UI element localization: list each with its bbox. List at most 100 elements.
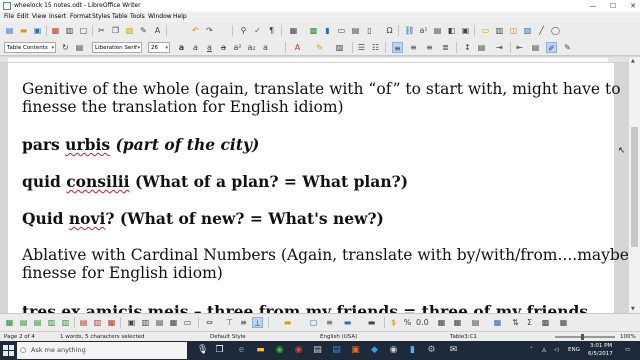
app-lightblue-icon[interactable]: ▮ <box>407 345 418 356</box>
endnote-icon[interactable]: ▤ <box>432 25 443 36</box>
delete-decimal-icon[interactable]: ▦ <box>452 317 463 328</box>
number-format-icon[interactable]: ▬ <box>366 317 377 328</box>
menu-file[interactable]: File <box>4 12 14 22</box>
delete-columns-icon[interactable]: ▥ <box>92 317 103 328</box>
optimize-size-icon[interactable]: ⇔ <box>204 317 215 328</box>
numbering-icon[interactable]: ☷ <box>370 42 381 53</box>
insert-columns-before-icon[interactable]: ▥ <box>46 317 57 328</box>
font-name-select[interactable]: Liberation Serif ▾ <box>92 42 142 53</box>
insert-chart-icon[interactable]: ▮ <box>322 25 333 36</box>
line-spacing-icon[interactable]: ↕ <box>462 42 473 53</box>
protect-cells-icon[interactable]: ▩ <box>540 317 551 328</box>
export-pdf-icon[interactable]: ▦ <box>50 25 61 36</box>
brush-icon[interactable]: ✎ <box>562 42 573 53</box>
delete-table-icon[interactable]: ▦ <box>106 317 117 328</box>
add-decimal-icon[interactable]: ▦ <box>436 317 447 328</box>
clone-formatting-icon[interactable]: ✎ <box>138 25 149 36</box>
increase-indent-icon[interactable]: ⇥ <box>494 42 505 53</box>
app-settings-icon[interactable]: ⚙ <box>426 345 437 356</box>
menu-insert[interactable]: Insert <box>49 12 66 22</box>
increase-spacing-icon[interactable]: ▤ <box>476 42 487 53</box>
table-dialog-icon[interactable]: ▦ <box>558 317 569 328</box>
cut-icon[interactable]: ✂ <box>96 25 107 36</box>
strikethrough-icon[interactable]: a <box>218 42 229 53</box>
writer-taskbar-icon[interactable]: ▤ <box>331 345 342 356</box>
menu-view[interactable]: View <box>32 12 46 22</box>
decrease-indent-icon[interactable]: ⇤ <box>514 42 525 53</box>
windows-start-icon[interactable] <box>3 345 14 356</box>
app-mail-icon[interactable]: ✉ <box>448 345 459 356</box>
table-properties-icon[interactable]: ▤ <box>470 317 481 328</box>
border-style-icon[interactable]: ≡ <box>324 317 335 328</box>
bold-icon[interactable]: a <box>176 42 187 53</box>
select-table-icon[interactable]: ▦ <box>168 317 179 328</box>
app-blue-icon[interactable]: ◆ <box>369 345 380 356</box>
update-style-icon[interactable]: ↻ <box>60 42 71 53</box>
network-icon[interactable]: ◬ <box>542 346 546 355</box>
clear-formatting-icon[interactable]: A <box>152 25 163 36</box>
menu-tools[interactable]: Tools <box>130 12 145 22</box>
insert-table-icon-2[interactable]: ▦ <box>4 317 15 328</box>
center-vertically-icon[interactable]: ≡ <box>238 317 249 328</box>
new-document-icon[interactable]: ▤ <box>4 25 15 36</box>
redo-icon[interactable]: ↷ <box>204 25 215 36</box>
store-icon[interactable]: ▤ <box>312 345 323 356</box>
draw-line-icon[interactable]: ╱ <box>536 25 547 36</box>
print-preview-icon[interactable]: ▢ <box>78 25 89 36</box>
border-color-icon[interactable]: ▬ <box>342 317 353 328</box>
insert-field-icon[interactable]: ▯ <box>364 25 375 36</box>
insert-rows-above-icon[interactable]: ▤ <box>18 317 29 328</box>
shadow-icon[interactable]: a <box>260 42 271 53</box>
draw-functions-icon[interactable]: ✐ <box>546 42 557 53</box>
italic-icon[interactable]: a <box>190 42 201 53</box>
tray-chevron-icon[interactable]: ˄ <box>530 346 533 355</box>
footnote-icon[interactable]: a¹ <box>418 25 429 36</box>
superscript-icon[interactable]: a² <box>232 42 243 53</box>
notifications-icon[interactable]: ▭ <box>625 346 630 355</box>
close-button[interactable]: ✕ <box>623 0 640 12</box>
vertical-scrollbar[interactable]: ▲ ▼ <box>628 57 640 313</box>
paragraph-dialog-icon[interactable]: ▤ <box>530 42 541 53</box>
special-character-icon[interactable]: Ω <box>384 25 395 36</box>
clock-date[interactable]: 6/5/2017 <box>588 350 613 359</box>
menu-format[interactable]: Format <box>70 12 91 22</box>
highlight-color-icon[interactable]: ✎ <box>314 42 325 53</box>
menu-styles[interactable]: Styles <box>92 12 110 22</box>
language-indicator[interactable]: ENG <box>568 346 580 355</box>
microphone-icon[interactable]: 🎙 <box>197 345 208 356</box>
insert-table-icon[interactable]: ▦ <box>288 25 299 36</box>
select-cell-icon[interactable]: ▣ <box>126 317 137 328</box>
record-changes-icon[interactable]: ◫ <box>508 25 519 36</box>
insert-image-icon[interactable]: ▩ <box>308 25 319 36</box>
show-changes-icon[interactable]: ▨ <box>522 25 533 36</box>
align-right-icon[interactable]: ≡ <box>424 42 435 53</box>
file-explorer-icon[interactable]: ▬ <box>255 345 266 356</box>
document-page[interactable]: Genitive of the whole (again, translate … <box>8 63 628 313</box>
merge-cells-icon[interactable]: ▭ <box>182 317 193 328</box>
justify-icon[interactable]: ≣ <box>440 42 451 53</box>
copy-icon[interactable]: ❐ <box>110 25 121 36</box>
menu-window[interactable]: Window <box>148 12 172 22</box>
undo-icon[interactable]: ↶ <box>190 25 201 36</box>
font-color-icon[interactable]: A <box>292 42 303 53</box>
save-icon[interactable]: ▣ <box>32 25 43 36</box>
app-orange-icon[interactable]: ▣ <box>350 345 361 356</box>
align-center-icon[interactable]: ≡ <box>408 42 419 53</box>
menu-table[interactable]: Table <box>112 12 128 22</box>
bullets-icon[interactable]: ☰ <box>356 42 367 53</box>
new-style-icon[interactable]: ▤ <box>74 42 85 53</box>
number-format-currency-icon[interactable]: $ <box>388 317 399 328</box>
app-red-icon[interactable]: ◉ <box>293 345 304 356</box>
minimize-button[interactable]: — <box>583 0 603 12</box>
cross-reference-icon[interactable]: ▣ <box>460 25 471 36</box>
menu-edit[interactable]: Edit <box>17 12 29 22</box>
task-view-icon[interactable]: ❐ <box>214 345 225 356</box>
insert-textbox-icon[interactable]: ▭ <box>336 25 347 36</box>
bookmark-icon[interactable]: ◧ <box>446 25 457 36</box>
underline-icon[interactable]: a <box>204 42 215 53</box>
select-column-icon[interactable]: ▥ <box>140 317 151 328</box>
scroll-down-icon[interactable]: ▼ <box>631 306 635 312</box>
track-changes-icon[interactable]: ▥ <box>494 25 505 36</box>
align-top-icon[interactable]: ⊤ <box>224 317 235 328</box>
open-folder-icon[interactable]: ▬ <box>18 25 29 36</box>
